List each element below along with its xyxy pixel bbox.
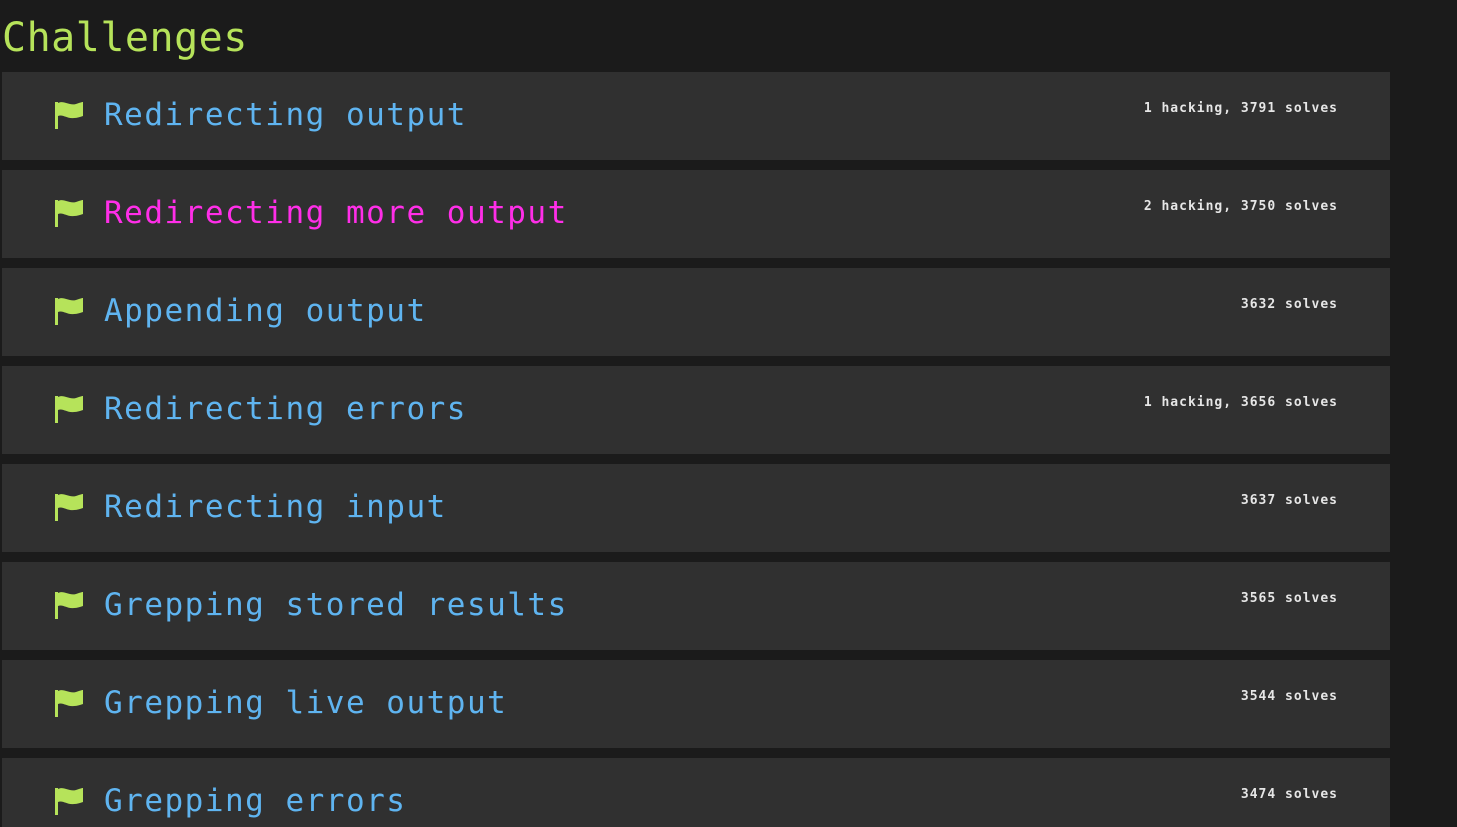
challenge-row[interactable]: Grepping stored results 3565 solves [2, 562, 1390, 650]
challenge-list: Redirecting output 1 hacking, 3791 solve… [2, 72, 1390, 827]
challenge-stats: 1 hacking, 3656 solves [1143, 395, 1338, 410]
challenge-stats: 3637 solves [1240, 493, 1338, 508]
challenge-title: Redirecting errors [104, 391, 467, 427]
challenge-stats: 1 hacking, 3791 solves [1143, 101, 1338, 116]
challenge-stats: 3632 solves [1240, 297, 1338, 312]
challenge-row[interactable]: Redirecting errors 1 hacking, 3656 solve… [2, 366, 1390, 454]
challenge-title: Grepping errors [104, 783, 407, 819]
page-title: Challenges [2, 15, 248, 61]
challenge-title: Redirecting input [104, 489, 447, 525]
challenge-stats: 3544 solves [1240, 689, 1338, 704]
flag-icon [55, 690, 83, 717]
challenge-stats: 2 hacking, 3750 solves [1143, 199, 1338, 214]
challenge-row[interactable]: Grepping errors 3474 solves [2, 758, 1390, 827]
challenge-title: Redirecting more output [104, 195, 568, 231]
challenge-title: Grepping stored results [104, 587, 568, 623]
challenge-title: Grepping live output [104, 685, 508, 721]
challenge-title: Appending output [104, 293, 427, 329]
flag-icon [55, 494, 83, 521]
challenge-row[interactable]: Appending output 3632 solves [2, 268, 1390, 356]
flag-icon [55, 396, 83, 423]
challenge-stats: 3474 solves [1240, 787, 1338, 802]
flag-icon [55, 592, 83, 619]
challenge-row[interactable]: Redirecting more output 2 hacking, 3750 … [2, 170, 1390, 258]
challenge-row[interactable]: Redirecting output 1 hacking, 3791 solve… [2, 72, 1390, 160]
challenge-row[interactable]: Redirecting input 3637 solves [2, 464, 1390, 552]
challenge-stats: 3565 solves [1240, 591, 1338, 606]
challenge-row[interactable]: Grepping live output 3544 solves [2, 660, 1390, 748]
flag-icon [55, 102, 83, 129]
flag-icon [55, 788, 83, 815]
flag-icon [55, 298, 83, 325]
flag-icon [55, 200, 83, 227]
challenges-page: Challenges Redirecting output 1 hacking,… [0, 0, 1457, 827]
challenge-title: Redirecting output [104, 97, 467, 133]
